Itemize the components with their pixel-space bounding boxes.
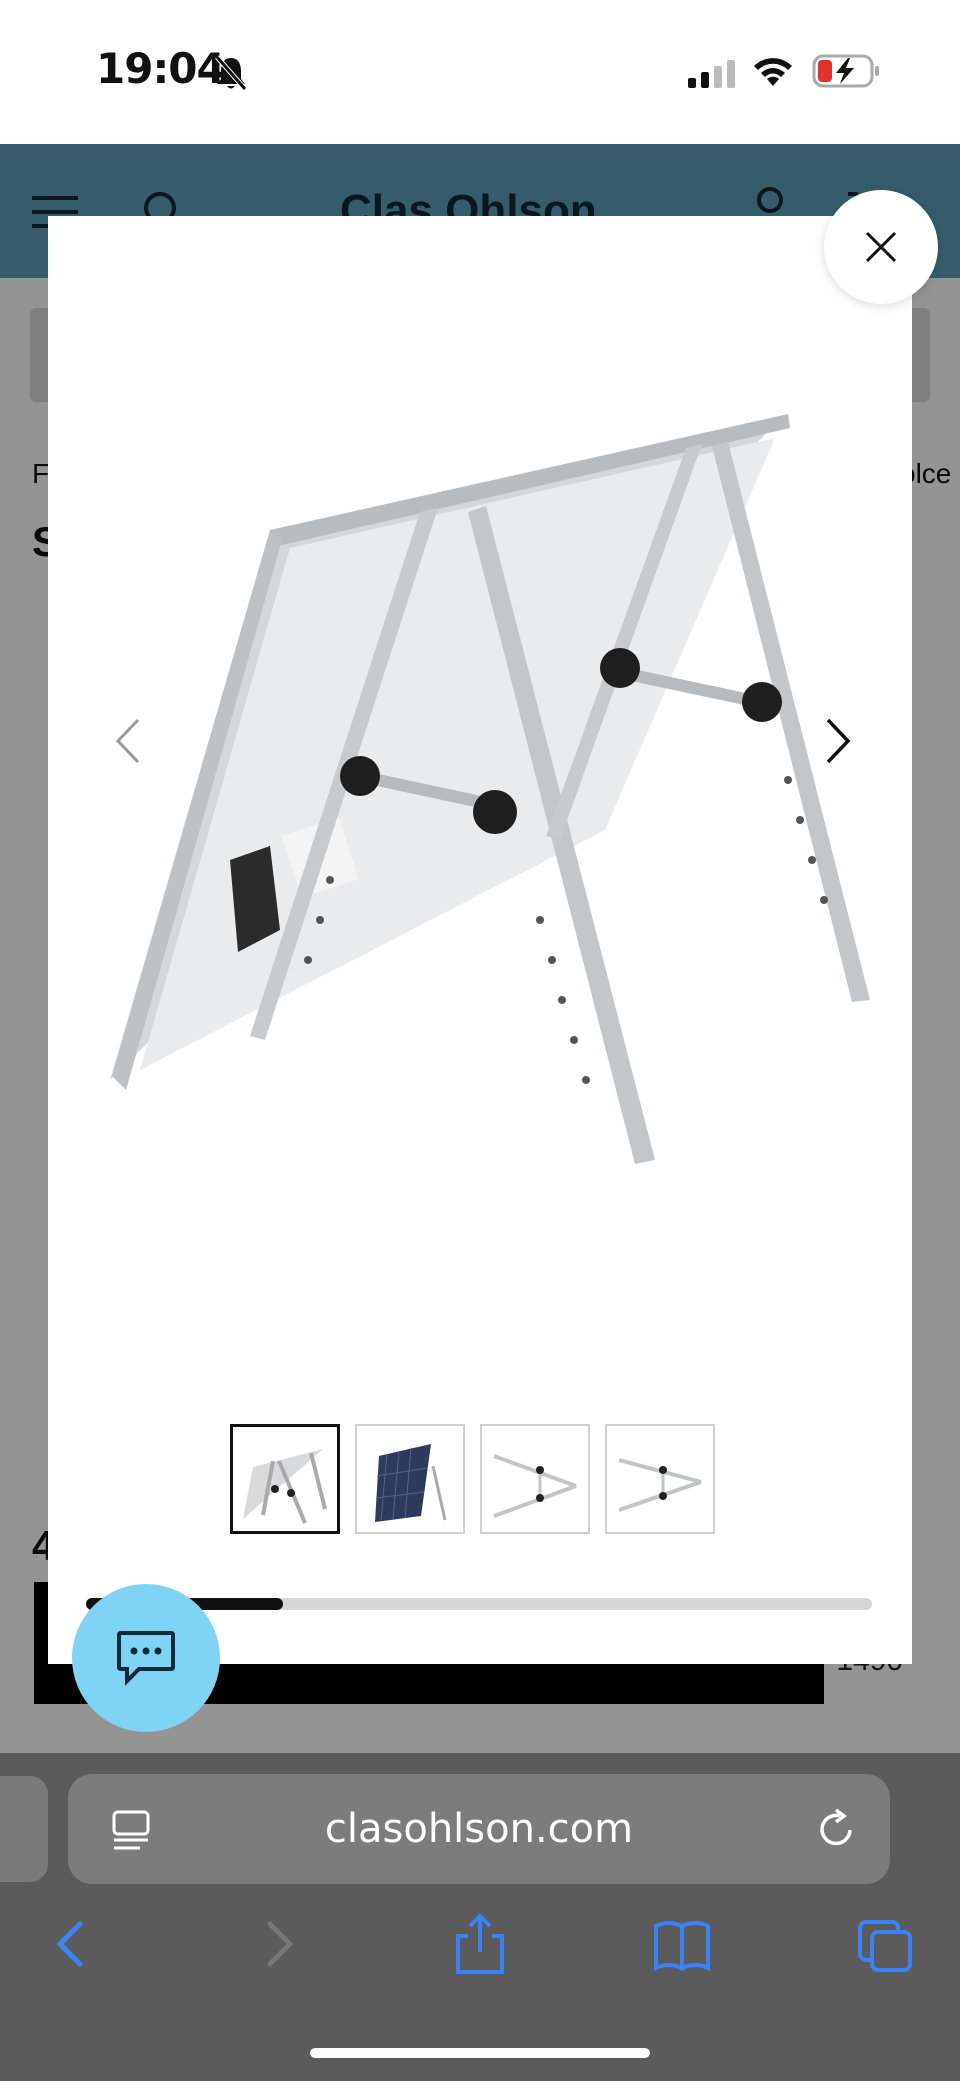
chevron-left-icon[interactable] <box>108 716 148 766</box>
status-time: 19:04 <box>96 44 226 93</box>
chat-button[interactable] <box>72 1584 220 1732</box>
product-image <box>110 414 870 1164</box>
share-icon[interactable] <box>450 1912 510 1976</box>
back-icon[interactable] <box>42 1912 102 1976</box>
close-icon <box>865 231 897 263</box>
cellular-signal-icon <box>688 60 735 88</box>
thumbnail-arms-detail-image <box>618 1458 702 1512</box>
status-bar: 19:04 <box>0 0 960 144</box>
address-bar[interactable]: clasohlson.com <box>68 1774 890 1884</box>
url-text[interactable]: clasohlson.com <box>68 1774 890 1884</box>
thumbnail-panel-image <box>375 1444 447 1522</box>
reload-icon[interactable] <box>816 1808 858 1852</box>
thumbnail-1[interactable] <box>230 1424 340 1534</box>
home-indicator <box>310 2048 650 2058</box>
forward-icon[interactable] <box>248 1912 308 1976</box>
close-button[interactable] <box>824 190 938 304</box>
thumbnail-stand-image <box>243 1449 327 1524</box>
tabs-icon[interactable] <box>856 1912 916 1976</box>
wifi-icon <box>754 58 792 86</box>
thumbnail-arms-image <box>493 1454 577 1518</box>
gallery-progress-bar <box>86 1598 872 1610</box>
chat-bubble-icon <box>117 1631 175 1686</box>
previous-tab-preview[interactable] <box>0 1776 48 1882</box>
bell-slash-icon <box>215 55 247 91</box>
battery-charging-icon <box>812 54 879 88</box>
bookmarks-icon[interactable] <box>652 1912 712 1976</box>
chevron-right-icon[interactable] <box>818 716 858 766</box>
thumbnail-2[interactable] <box>355 1424 465 1534</box>
thumbnail-4[interactable] <box>605 1424 715 1534</box>
thumbnail-3[interactable] <box>480 1424 590 1534</box>
